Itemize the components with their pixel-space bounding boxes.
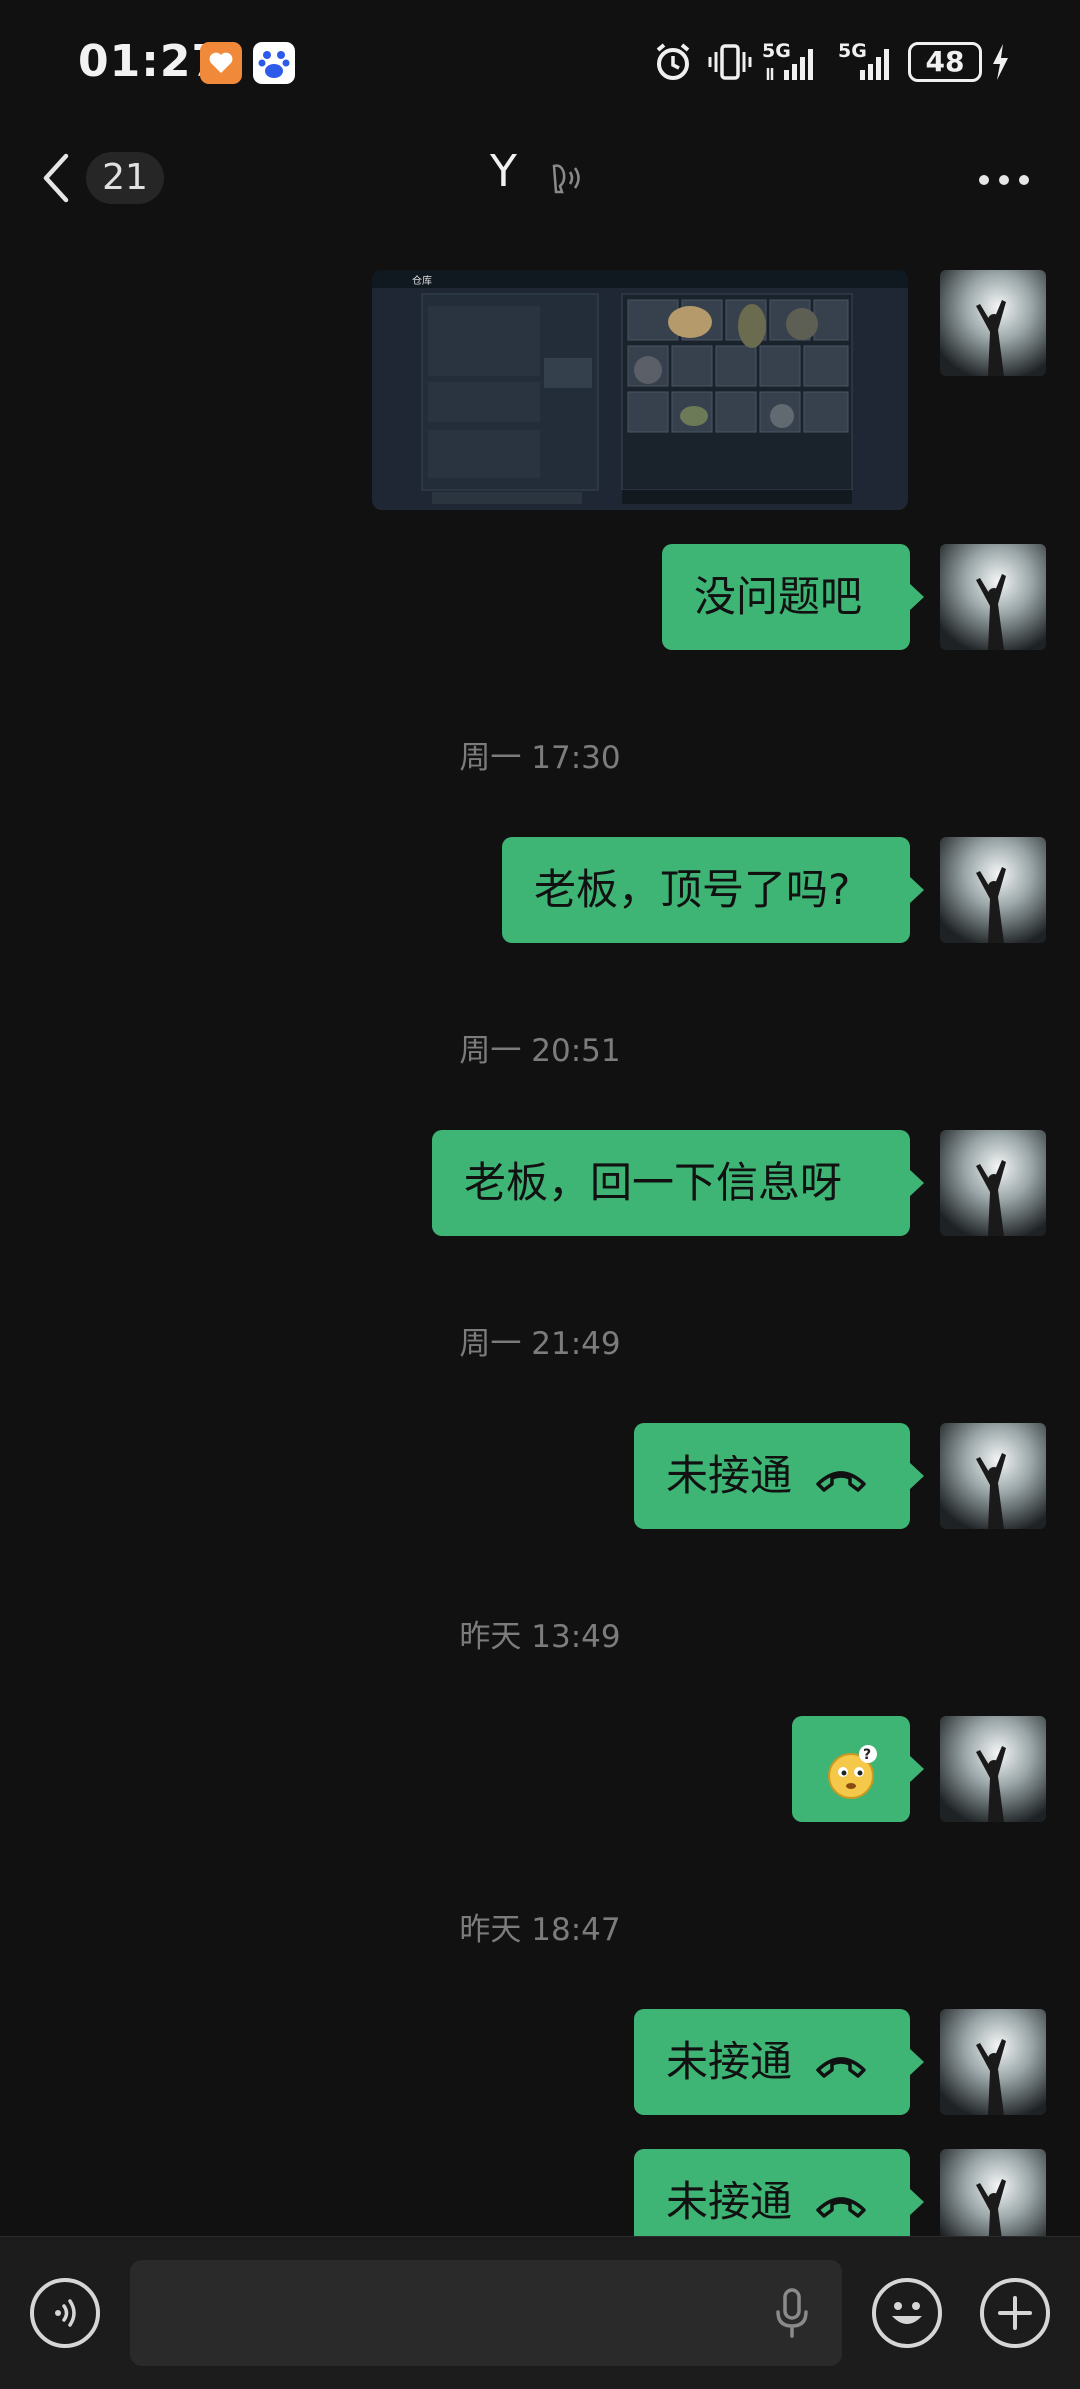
avatar[interactable]	[940, 1423, 1046, 1529]
sticker-message[interactable]: ?	[792, 1716, 924, 1822]
call-status-label: 未接通	[666, 2037, 793, 2086]
more-icon[interactable]	[976, 168, 1032, 192]
avatar[interactable]	[940, 837, 1046, 943]
call-status-label: 未接通	[666, 1451, 793, 1500]
charging-icon	[993, 44, 1008, 80]
timestamp: 周一 21:49	[459, 1326, 621, 1362]
avatar[interactable]	[940, 2009, 1046, 2115]
plus-icon[interactable]	[980, 2278, 1050, 2348]
signal-icon	[766, 49, 813, 80]
alarm-icon	[656, 43, 690, 80]
health-app-icon	[200, 42, 242, 84]
signal-icon-2	[860, 49, 889, 80]
svg-text:?: ?	[863, 1747, 871, 1763]
image-caption: 仓库	[412, 274, 432, 287]
timestamp: 昨天 13:49	[459, 1619, 621, 1655]
phone-hangup-icon	[816, 1470, 866, 1492]
phone-hangup-icon	[816, 2056, 866, 2078]
avatar[interactable]	[940, 270, 1046, 376]
voice-input-icon[interactable]	[30, 2278, 100, 2348]
back-chevron-icon[interactable]	[38, 150, 74, 206]
timestamp: 周一 17:30	[459, 740, 621, 776]
text-message[interactable]: 老板，顶号了吗?	[502, 837, 924, 943]
timestamp: 周一 20:51	[459, 1033, 621, 1069]
timestamp: 昨天 18:47	[459, 1912, 621, 1948]
text-message[interactable]: 老板，回一下信息呀	[432, 1130, 924, 1236]
phone-hangup-icon	[816, 2196, 866, 2218]
thinking-emoji-icon: ?	[828, 1744, 877, 1799]
call-status-label: 未接通	[666, 2177, 793, 2226]
missed-call-message[interactable]: 未接通	[634, 2009, 924, 2115]
message-input[interactable]	[130, 2260, 842, 2366]
missed-call-message[interactable]: 未接通	[634, 1423, 924, 1529]
avatar[interactable]	[940, 1716, 1046, 1822]
text-message[interactable]: 没问题吧	[662, 544, 924, 650]
baidu-app-icon	[253, 42, 295, 84]
vibrate-icon	[708, 44, 752, 80]
chat-title[interactable]: Y	[490, 146, 517, 197]
avatar[interactable]	[940, 544, 1046, 650]
image-message[interactable]: 仓库	[372, 270, 908, 510]
unread-count-badge[interactable]: 21	[86, 152, 164, 204]
battery-indicator: 48	[908, 42, 982, 82]
emoji-icon[interactable]	[872, 2278, 942, 2348]
avatar[interactable]	[940, 1130, 1046, 1236]
microphone-icon[interactable]	[772, 2286, 812, 2342]
voice-mode-icon	[552, 164, 580, 194]
